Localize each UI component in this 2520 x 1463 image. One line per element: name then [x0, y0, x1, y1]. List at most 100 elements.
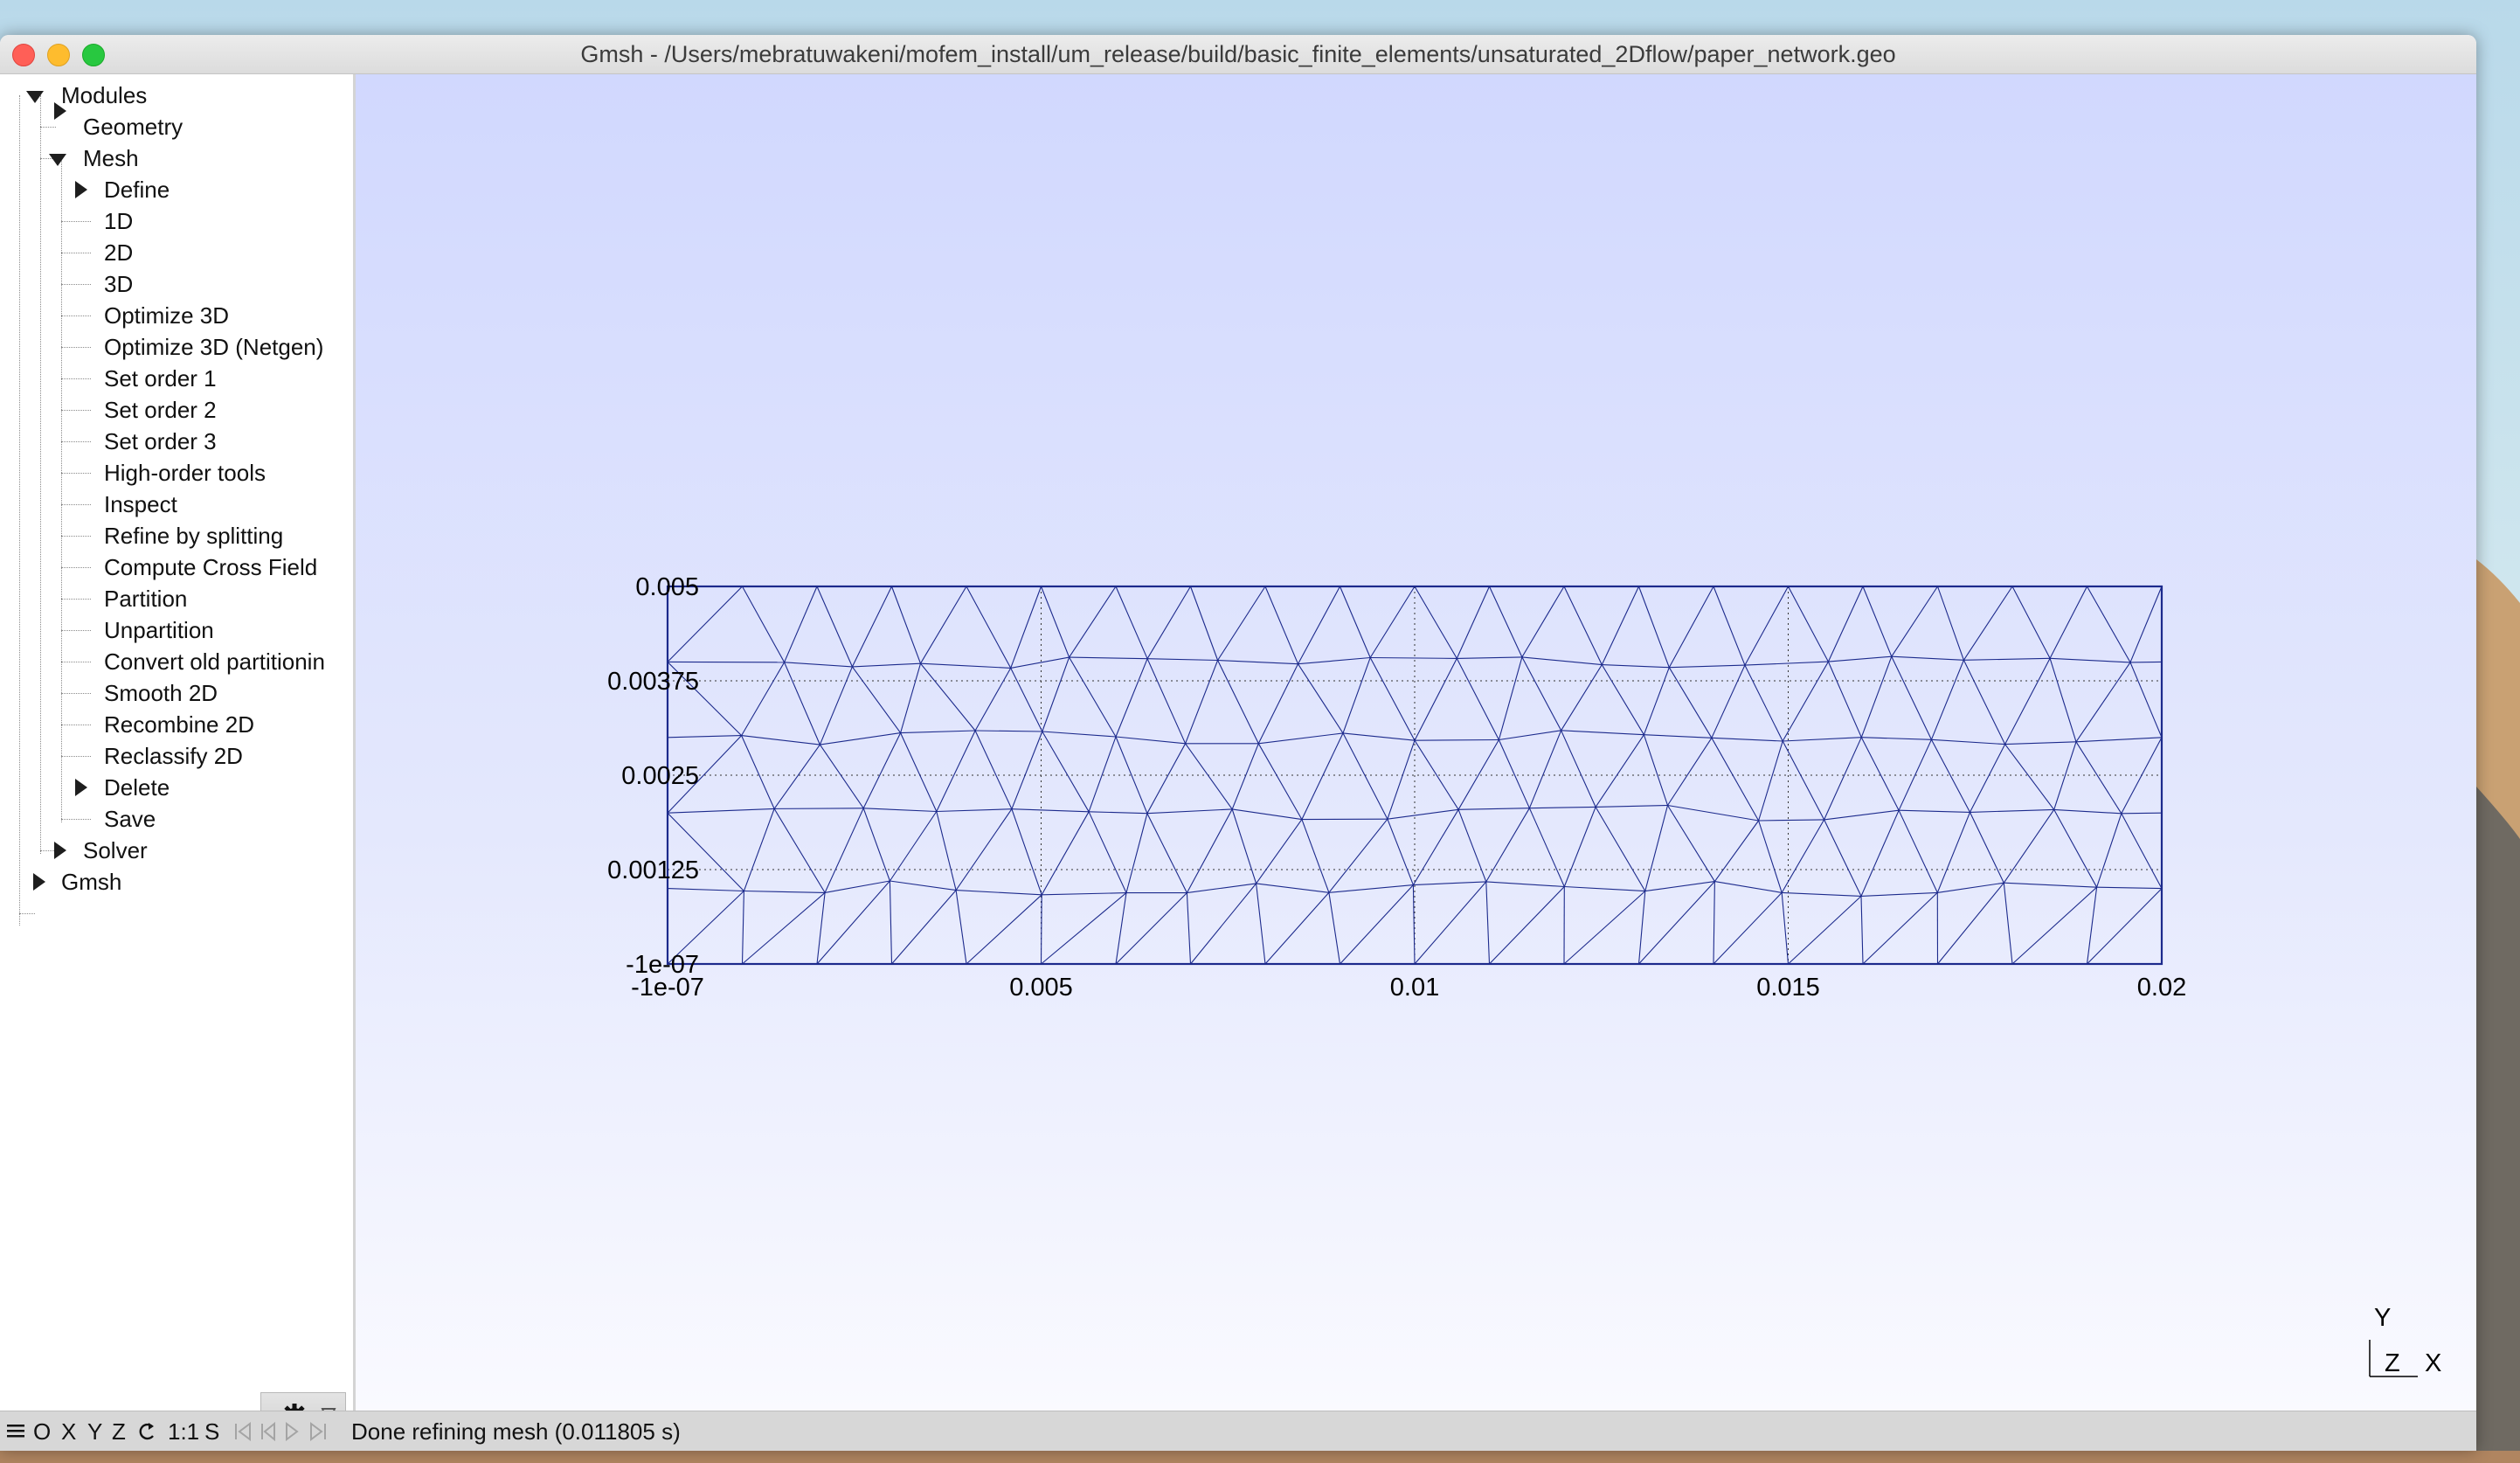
mesh-edge: [891, 890, 957, 965]
tree-item-inspect[interactable]: Inspect: [104, 489, 177, 520]
tree-item-3d[interactable]: 3D: [104, 268, 133, 300]
tree-item-optimize-3d-netgen[interactable]: Optimize 3D (Netgen): [104, 331, 323, 363]
mesh-edge: [2049, 658, 2077, 742]
view-x-button[interactable]: X: [61, 1411, 76, 1451]
mesh-edge: [852, 662, 921, 668]
mesh-edge: [1711, 737, 1783, 742]
expanded-arrow-icon[interactable]: [49, 154, 66, 166]
collapsed-arrow-icon[interactable]: [33, 873, 45, 891]
tree-item-define[interactable]: Define: [104, 174, 170, 205]
mesh-edge: [2004, 741, 2077, 745]
mesh-edge: [2075, 662, 2131, 743]
mesh-edge: [2096, 886, 2163, 890]
tree-item-partition[interactable]: Partition: [104, 583, 187, 614]
view-y-button[interactable]: Y: [87, 1411, 102, 1451]
tree-item-optimize-3d[interactable]: Optimize 3D: [104, 300, 229, 331]
tree-item-save[interactable]: Save: [104, 803, 156, 835]
tree-item-reclassify-2d[interactable]: Reclassify 2D: [104, 740, 243, 772]
mesh-edge: [774, 808, 864, 809]
mesh-edge: [2003, 883, 2013, 965]
rotate-icon[interactable]: [136, 1411, 157, 1451]
mesh-edge: [1256, 883, 1329, 893]
animation-controls[interactable]: [232, 1411, 337, 1451]
mesh-edge: [2053, 808, 2122, 815]
tree-item-refine-by-splitting[interactable]: Refine by splitting: [104, 520, 283, 551]
hamburger-icon[interactable]: [7, 1411, 26, 1451]
gmsh-window: Gmsh - /Users/mebratuwakeni/mofem_instal…: [0, 35, 2476, 1451]
tree-item-set-order-3[interactable]: Set order 3: [104, 426, 217, 457]
collapsed-arrow-icon[interactable]: [75, 779, 87, 796]
mesh-edge: [1189, 586, 1219, 661]
window-title: Gmsh - /Users/mebratuwakeni/mofem_instal…: [580, 41, 1896, 67]
mesh-edge: [1146, 658, 1187, 745]
view-origin-button[interactable]: O: [33, 1411, 51, 1451]
mesh-edge: [2011, 586, 2051, 659]
mesh-edge: [1042, 731, 1090, 813]
tree-item-high-order-tools[interactable]: High-order tools: [104, 457, 266, 489]
graphics-viewport[interactable]: -1e-07 0.005 0.01 0.015 0.02 -1e-07 0.00125 0.0…: [356, 74, 2476, 1446]
tree-item-set-order-1[interactable]: Set order 1: [104, 363, 217, 394]
view-z-button[interactable]: Z: [112, 1411, 126, 1451]
mesh-canvas[interactable]: -1e-07 0.005 0.01 0.015 0.02-1e-070.001250.0…: [356, 74, 2476, 1446]
tree-item-set-order-2[interactable]: Set order 2: [104, 394, 217, 426]
mesh-edge: [1970, 744, 2006, 813]
mesh-edge: [1457, 656, 1522, 659]
mesh-edge: [1069, 586, 1117, 658]
tree-item-convert-old-partitioning[interactable]: Convert old partitionin: [104, 646, 325, 677]
tree-item-solver[interactable]: Solver: [83, 835, 148, 866]
tree-item-mesh[interactable]: Mesh: [83, 142, 139, 174]
mesh-edge: [1125, 813, 1148, 893]
y-tick-label: -1e-07: [626, 951, 699, 979]
mesh-edge: [1828, 655, 1892, 662]
mesh-edge: [1788, 586, 1829, 662]
tree-item-delete[interactable]: Delete: [104, 772, 170, 803]
mesh-edge: [1489, 586, 1523, 658]
tree-item-2d[interactable]: 2D: [104, 237, 133, 268]
mesh-edge: [1456, 658, 1499, 740]
mesh-edge: [1713, 820, 1760, 882]
mesh-edge: [1485, 881, 1491, 965]
mesh-edge: [1186, 892, 1192, 965]
mesh-edge: [1042, 656, 1070, 732]
mesh-edge: [784, 586, 818, 663]
mesh-edge: [1042, 892, 1127, 896]
mesh-edge: [1782, 891, 1862, 897]
mesh-edge: [1340, 884, 1414, 965]
mesh-edge: [742, 586, 786, 663]
scale-button[interactable]: 1:1: [168, 1411, 199, 1451]
mesh-edge: [1456, 586, 1491, 659]
mesh-edge: [816, 880, 890, 965]
mesh-edge: [1561, 664, 1603, 732]
snapshot-button[interactable]: S: [204, 1411, 219, 1451]
mesh-edge: [2121, 812, 2163, 815]
mesh-edge: [1781, 819, 1825, 893]
collapsed-arrow-icon[interactable]: [54, 842, 66, 859]
tree-item-1d[interactable]: 1D: [104, 205, 133, 237]
mesh-edge: [1489, 886, 1565, 965]
expanded-arrow-icon[interactable]: [26, 91, 44, 103]
mesh-edge: [1328, 818, 1388, 893]
tree-item-recombine-2d[interactable]: Recombine 2D: [104, 709, 254, 740]
mesh-edge: [1899, 809, 1970, 813]
mesh-edge: [862, 808, 890, 882]
mesh-edge: [741, 735, 820, 745]
tree-connector: [19, 95, 20, 926]
mesh-edge: [2004, 882, 2097, 888]
collapsed-arrow-icon[interactable]: [75, 181, 87, 198]
tree-item-gmsh[interactable]: Gmsh: [61, 866, 121, 898]
mesh-edge: [2053, 809, 2098, 888]
mesh-edge: [1891, 655, 1964, 661]
collapsed-arrow-icon[interactable]: [54, 102, 66, 120]
tree-item-compute-cross-field[interactable]: Compute Cross Field: [104, 551, 317, 583]
mesh-edge: [1257, 663, 1298, 745]
mesh-edge: [1521, 656, 1603, 666]
mesh-edge: [1011, 808, 1042, 895]
tree-item-smooth-2d[interactable]: Smooth 2D: [104, 677, 218, 709]
tree-item-modules[interactable]: Modules: [61, 80, 147, 111]
tree-item-unpartition[interactable]: Unpartition: [104, 614, 214, 646]
mesh-edge: [2086, 887, 2098, 965]
tree-item-geometry[interactable]: Geometry: [83, 111, 183, 142]
mesh-edge: [1258, 732, 1344, 745]
mesh-edge: [1498, 656, 1523, 740]
mesh-edge: [2003, 809, 2055, 884]
